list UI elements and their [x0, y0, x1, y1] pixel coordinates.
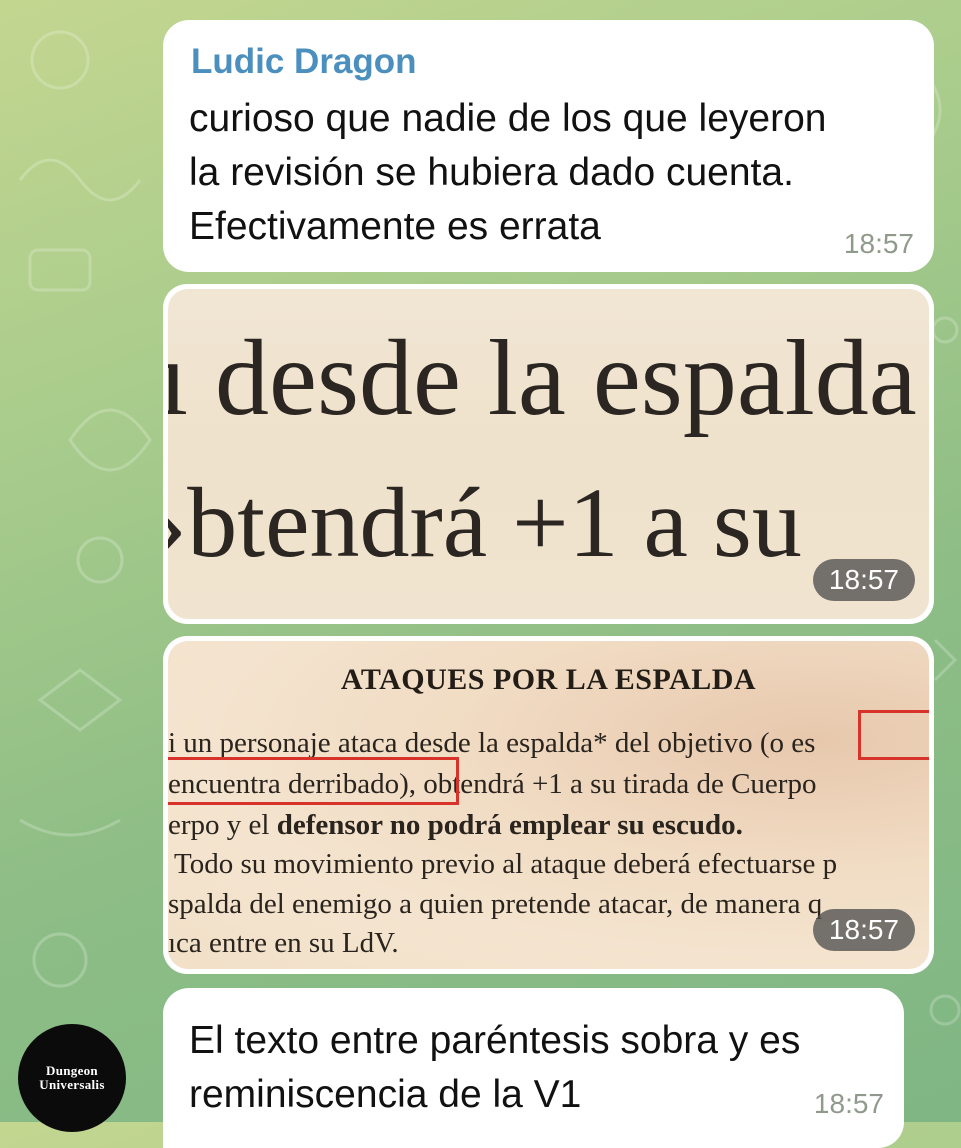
sender-name[interactable]: Ludic Dragon: [191, 42, 417, 82]
message-time: 18:57: [843, 228, 914, 259]
photo-text-line: erpo y el defensor no podrá emplear su e…: [168, 809, 743, 841]
highlight-box: [168, 757, 459, 805]
photo-image[interactable]: ı desde la espalda ›btendrá +1 a su 18:5…: [168, 289, 929, 619]
photo-message[interactable]: ATAQUES POR LA ESPALDA i un personaje at…: [163, 636, 934, 974]
sender-avatar[interactable]: Dungeon Universalis: [18, 1024, 126, 1132]
photo-message[interactable]: ı desde la espalda ›btendrá +1 a su 18:5…: [163, 284, 934, 624]
message-text: curioso que nadie de los que leyeron la …: [189, 97, 827, 248]
message-time: 18:57: [812, 909, 915, 951]
message-time: 18:57: [812, 559, 915, 601]
avatar-logo-text: Universalis: [39, 1077, 105, 1092]
message-time: 18:57: [813, 1088, 884, 1119]
photo-image[interactable]: ATAQUES POR LA ESPALDA i un personaje at…: [168, 641, 929, 969]
photo-text-line: i un personaje ataca desde la espalda* d…: [168, 727, 816, 759]
photo-text-line: spalda del enemigo a quien pretende atac…: [168, 888, 823, 920]
avatar-logo-text: Dungeon: [46, 1063, 98, 1078]
message-bubble[interactable]: Ludic Dragon curioso que nadie de los qu…: [163, 20, 934, 272]
message-text: El texto entre paréntesis sobra y es rem…: [189, 1019, 801, 1116]
photo-text-line: ıca entre en su LdV.: [168, 927, 399, 959]
highlight-box: [858, 710, 929, 760]
photo-text-line: ı desde la espalda: [168, 319, 917, 438]
photo-heading: ATAQUES POR LA ESPALDA: [340, 663, 757, 696]
photo-text-line: Todo su movimiento previo al ataque debe…: [174, 848, 838, 880]
message-bubble[interactable]: El texto entre paréntesis sobra y es rem…: [163, 988, 904, 1148]
photo-text-line: ›btendrá +1 a su: [168, 467, 802, 578]
